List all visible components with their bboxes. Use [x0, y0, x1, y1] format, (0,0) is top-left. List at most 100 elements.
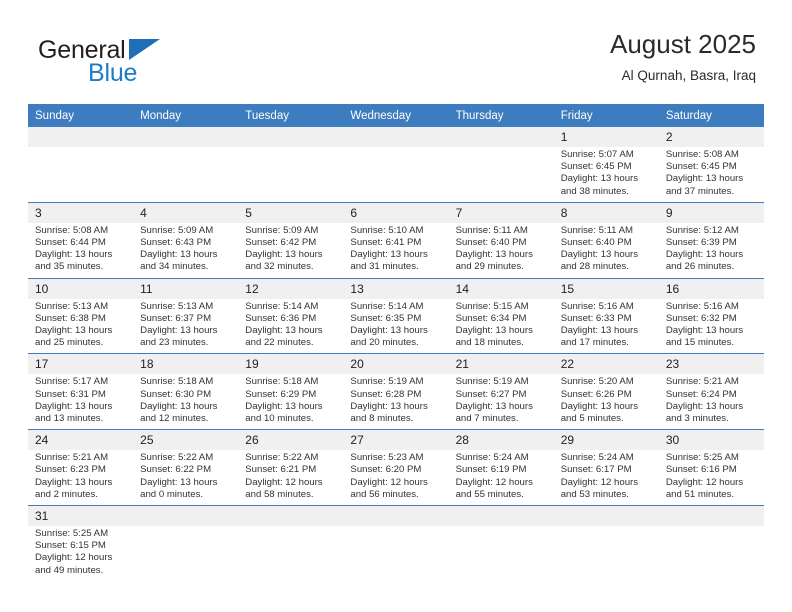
- sunset-text: Sunset: 6:17 PM: [560, 464, 632, 476]
- calendar-day-cell[interactable]: 3 Sunrise: 5:08 AM Sunset: 6:44 PM Daylight…: [28, 202, 134, 279]
- day-details: Sunrise: 5:15 AM Sunset: 6:34 PM Daylight:…: [449, 299, 554, 354]
- day-details: Sunrise: 5:19 AM Sunset: 6:28 PM Daylight:…: [343, 374, 448, 429]
- daylight-text: and 12 minutes.: [140, 413, 209, 425]
- day-details: Sunrise: 5:08 AM Sunset: 6:45 PM Daylight:…: [659, 147, 764, 202]
- daylight-text: Daylight: 13 hours: [140, 400, 218, 412]
- calendar-cell-empty: [448, 127, 554, 203]
- calendar-day-cell[interactable]: 18 Sunrise: 5:18 AM Sunset: 6:30 PM Dayligh…: [133, 353, 239, 431]
- calendar-day-cell[interactable]: 16 Sunrise: 5:16 AM Sunset: 6:32 PM Dayligh…: [658, 278, 764, 355]
- daylight-text: and 28 minutes.: [560, 261, 629, 273]
- calendar-day-cell[interactable]: 11 Sunrise: 5:13 AM Sunset: 6:37 PM Dayligh…: [133, 278, 239, 355]
- calendar-day-cell[interactable]: 14 Sunrise: 5:15 AM Sunset: 6:34 PM Dayligh…: [448, 278, 554, 355]
- page-title: August 2025: [609, 29, 756, 59]
- daylight-text: Daylight: 13 hours: [665, 400, 744, 412]
- daylight-text: Daylight: 13 hours: [140, 249, 218, 261]
- day-details: Sunrise: 5:22 AM Sunset: 6:22 PM Daylight:…: [133, 450, 238, 505]
- title-block: August 2025 Al Qurnah, Basra, Iraq: [610, 28, 756, 86]
- calendar-day-cell[interactable]: 1 Sunrise: 5:07 AM Sunset: 6:45 PM Daylight…: [553, 127, 659, 203]
- calendar-day-cell[interactable]: 7 Sunrise: 5:11 AM Sunset: 6:40 PM Daylight…: [448, 202, 554, 279]
- calendar-cell-empty: [28, 127, 134, 203]
- daylight-text: and 37 minutes.: [665, 185, 735, 197]
- sunset-text: Sunset: 6:22 PM: [140, 464, 212, 476]
- calendar-day-cell[interactable]: 4 Sunrise: 5:09 AM Sunset: 6:43 PM Daylight…: [133, 202, 239, 279]
- sunset-text: Sunset: 6:30 PM: [140, 388, 212, 400]
- calendar-day-cell[interactable]: 13 Sunrise: 5:14 AM Sunset: 6:35 PM Dayligh…: [343, 278, 449, 355]
- calendar-day-cell[interactable]: 28 Sunrise: 5:24 AM Sunset: 6:19 PM Dayligh…: [448, 429, 554, 507]
- calendar-page: General Blue August 2025 Al Qurnah, Basr…: [0, 0, 792, 612]
- day-number: 31: [28, 506, 134, 527]
- daylight-text: Daylight: 13 hours: [455, 400, 533, 412]
- calendar-day-cell[interactable]: 15 Sunrise: 5:16 AM Sunset: 6:33 PM Dayligh…: [553, 278, 659, 355]
- sunset-text: Sunset: 6:40 PM: [560, 237, 632, 249]
- calendar-day-cell[interactable]: 29 Sunrise: 5:24 AM Sunset: 6:17 PM Dayligh…: [553, 429, 659, 507]
- day-number: 28: [448, 430, 554, 451]
- calendar-day-cell[interactable]: 12 Sunrise: 5:14 AM Sunset: 6:36 PM Dayligh…: [238, 278, 344, 355]
- page-header: General Blue August 2025 Al Qurnah, Basr…: [0, 0, 792, 104]
- day-number: 15: [553, 278, 659, 299]
- daylight-text: Daylight: 13 hours: [245, 325, 323, 337]
- sunset-text: Sunset: 6:31 PM: [35, 388, 106, 400]
- calendar-day-cell[interactable]: 2 Sunrise: 5:08 AM Sunset: 6:45 PM Daylight…: [658, 127, 764, 203]
- daylight-text: and 2 minutes.: [35, 488, 98, 500]
- calendar-day-cell[interactable]: 9 Sunrise: 5:12 AM Sunset: 6:39 PM Daylight…: [658, 202, 764, 279]
- daylight-text: and 55 minutes.: [455, 488, 524, 500]
- calendar-day-cell[interactable]: 30 Sunrise: 5:25 AM Sunset: 6:16 PM Dayligh…: [658, 429, 764, 507]
- calendar-day-cell[interactable]: 6 Sunrise: 5:10 AM Sunset: 6:41 PM Daylight…: [343, 202, 449, 279]
- sunset-text: Sunset: 6:27 PM: [455, 388, 527, 400]
- daylight-text: and 22 minutes.: [245, 337, 314, 349]
- calendar-day-cell[interactable]: 24 Sunrise: 5:21 AM Sunset: 6:23 PM Dayligh…: [28, 429, 134, 507]
- day-number: 6: [343, 202, 449, 223]
- daylight-text: and 26 minutes.: [665, 261, 735, 273]
- sunset-text: Sunset: 6:36 PM: [245, 312, 317, 324]
- day-details: Sunrise: 5:11 AM Sunset: 6:40 PM Daylight:…: [554, 223, 659, 278]
- daylight-text: Daylight: 13 hours: [560, 249, 639, 261]
- calendar-day-cell[interactable]: 19 Sunrise: 5:18 AM Sunset: 6:29 PM Dayligh…: [238, 353, 344, 431]
- daylight-text: and 3 minutes.: [665, 413, 729, 425]
- calendar-day-cell[interactable]: 21 Sunrise: 5:19 AM Sunset: 6:27 PM Dayligh…: [448, 353, 554, 431]
- sunset-text: Sunset: 6:38 PM: [35, 312, 106, 324]
- day-number: 20: [343, 354, 449, 375]
- sunrise-text: Sunrise: 5:07 AM: [560, 149, 634, 160]
- sunset-text: Sunset: 6:40 PM: [455, 237, 527, 249]
- day-number: 27: [343, 430, 449, 451]
- daylight-text: Daylight: 13 hours: [245, 249, 323, 261]
- calendar-day-cell[interactable]: 25 Sunrise: 5:22 AM Sunset: 6:22 PM Dayligh…: [133, 429, 239, 507]
- brand-logo[interactable]: General Blue: [38, 36, 248, 92]
- sunrise-text: Sunrise: 5:15 AM: [455, 300, 529, 312]
- day-details: Sunrise: 5:07 AM Sunset: 6:45 PM Daylight:…: [554, 147, 659, 202]
- day-number: 22: [553, 354, 659, 375]
- calendar-day-cell[interactable]: 31 Sunrise: 5:25 AM Sunset: 6:15 PM Dayligh…: [28, 505, 134, 581]
- daylight-text: Daylight: 13 hours: [665, 325, 744, 337]
- daylight-text: Daylight: 13 hours: [350, 400, 428, 412]
- calendar-day-cell[interactable]: 27 Sunrise: 5:23 AM Sunset: 6:20 PM Dayligh…: [343, 429, 449, 507]
- day-number: 10: [28, 278, 134, 299]
- calendar-day-cell[interactable]: 22 Sunrise: 5:20 AM Sunset: 6:26 PM Dayligh…: [553, 353, 659, 431]
- sunset-text: Sunset: 6:21 PM: [245, 464, 317, 476]
- sunset-text: Sunset: 6:16 PM: [665, 464, 737, 476]
- sunset-text: Sunset: 6:37 PM: [140, 312, 212, 324]
- calendar-day-cell[interactable]: 26 Sunrise: 5:22 AM Sunset: 6:21 PM Dayligh…: [238, 429, 344, 507]
- day-details: Sunrise: 5:23 AM Sunset: 6:20 PM Daylight:…: [343, 450, 448, 505]
- day-number: [133, 506, 239, 527]
- calendar-day-cell[interactable]: 5 Sunrise: 5:09 AM Sunset: 6:42 PM Daylight…: [238, 202, 344, 279]
- calendar-day-cell[interactable]: 17 Sunrise: 5:17 AM Sunset: 6:31 PM Dayligh…: [28, 353, 134, 431]
- calendar-day-cell[interactable]: 23 Sunrise: 5:21 AM Sunset: 6:24 PM Dayligh…: [658, 353, 764, 431]
- calendar-day-cell[interactable]: 10 Sunrise: 5:13 AM Sunset: 6:38 PM Dayligh…: [28, 278, 134, 355]
- daylight-text: and 58 minutes.: [245, 488, 314, 500]
- day-number: 8: [553, 202, 659, 223]
- sunset-text: Sunset: 6:29 PM: [245, 388, 317, 400]
- sunset-text: Sunset: 6:23 PM: [35, 464, 106, 476]
- sunrise-text: Sunrise: 5:11 AM: [560, 224, 634, 236]
- sunset-text: Sunset: 6:32 PM: [665, 312, 737, 324]
- day-details: Sunrise: 5:19 AM Sunset: 6:27 PM Daylight:…: [449, 374, 554, 429]
- day-details: Sunrise: 5:11 AM Sunset: 6:40 PM Daylight:…: [449, 223, 554, 278]
- daylight-text: Daylight: 13 hours: [560, 173, 639, 185]
- daylight-text: and 20 minutes.: [350, 337, 419, 349]
- sunrise-text: Sunrise: 5:19 AM: [350, 376, 424, 388]
- calendar-day-cell[interactable]: 8 Sunrise: 5:11 AM Sunset: 6:40 PM Daylight…: [553, 202, 659, 279]
- day-number: 19: [238, 354, 344, 375]
- sunrise-text: Sunrise: 5:23 AM: [350, 452, 424, 464]
- daylight-text: Daylight: 13 hours: [35, 400, 113, 412]
- calendar-day-cell[interactable]: 20 Sunrise: 5:19 AM Sunset: 6:28 PM Dayligh…: [343, 353, 449, 431]
- sunrise-text: Sunrise: 5:22 AM: [245, 452, 319, 464]
